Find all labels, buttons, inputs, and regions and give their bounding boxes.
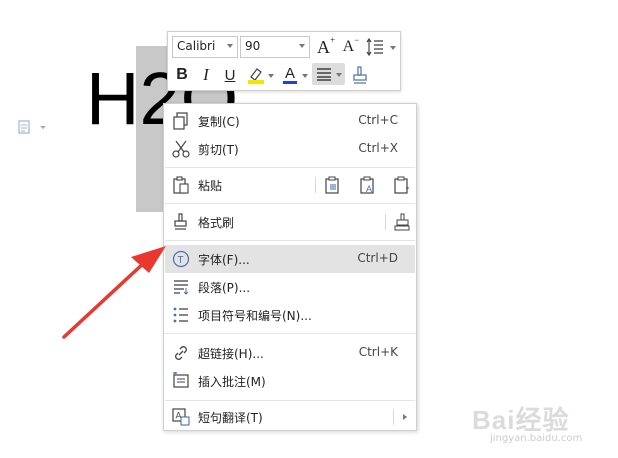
shrink-font-button[interactable]: A − [340,35,362,58]
paste-merge-format-icon[interactable]: A [359,176,377,194]
format-painter-icon [174,213,187,230]
font-icon: T [172,250,190,268]
font-size-select[interactable]: 90 [240,36,310,58]
mini-format-toolbar: Calibri 90 A + A − B I U A [167,31,401,91]
menu-item-label: 超链接(H)... [198,347,264,361]
menu-item-label: 段落(P)... [198,281,251,295]
menu-item-shortcut: Ctrl+X [358,141,398,155]
menu-item-translate[interactable]: A 短句翻译(T) [165,403,415,431]
menu-item-label: 项目符号和编号(N)... [198,309,312,323]
font-size-value: 90 [245,39,261,53]
menu-item-label: 复制(C) [198,115,240,129]
menu-separator [165,333,415,334]
menu-item-shortcut: Ctrl+K [358,345,398,359]
highlighter-icon[interactable] [246,65,266,85]
copy-icon [173,112,188,130]
menu-item-label: 剪切(T) [198,143,239,157]
underline-button[interactable]: U [219,64,241,86]
menu-item-cut[interactable]: 剪切(T) Ctrl+X [165,135,415,163]
menu-item-label: 格式刷 [198,216,235,230]
menu-item-copy[interactable]: 复制(C) Ctrl+C [165,107,415,135]
document-options-icon[interactable] [18,120,46,134]
align-justify-icon [317,68,331,81]
comment-icon [173,372,189,388]
font-color-swatch [283,81,297,84]
font-name-select[interactable]: Calibri [172,36,238,58]
italic-button[interactable]: I [195,64,217,86]
watermark-url: jingyan.baidu.com [490,433,583,444]
font-name-value: Calibri [177,39,216,53]
shrink-font-label: A [342,38,355,55]
hyperlink-icon [175,346,187,360]
menu-item-format-painter[interactable]: 格式刷 [165,208,415,236]
menu-item-paste[interactable]: 粘贴 A [165,171,415,199]
format-painter-icon[interactable] [351,65,369,85]
line-spacing-icon[interactable] [366,38,386,56]
chevron-down-icon[interactable] [302,74,308,78]
minus-icon: − [354,35,360,45]
menu-item-label: 粘贴 [198,179,223,193]
paste-icon [173,176,189,194]
chevron-down-icon [336,73,342,77]
divider [385,214,386,230]
svg-text:T: T [178,255,184,266]
menu-separator [165,400,415,401]
chevron-down-icon[interactable] [268,74,274,78]
chevron-down-icon [299,44,305,48]
plus-icon: + [329,35,336,45]
bullets-icon [173,307,188,323]
grow-font-label: A [316,36,330,57]
translate-icon: A [172,408,190,426]
menu-item-font[interactable]: T 字体(F)... Ctrl+D [165,245,415,273]
format-painter-multi-icon[interactable] [393,213,411,231]
menu-separator [165,240,415,241]
bold-button[interactable]: B [171,64,193,86]
cut-icon [172,140,190,158]
menu-item-bullets-numbering[interactable]: 项目符号和编号(N)... [165,301,415,329]
menu-separator [165,203,415,204]
svg-text:A: A [366,184,372,194]
divider [393,409,394,425]
menu-item-hyperlink[interactable]: 超链接(H)... Ctrl+K [165,339,415,367]
paragraph-icon [174,280,189,295]
paste-keep-format-icon[interactable] [324,176,342,194]
menu-item-insert-comment[interactable]: 插入批注(M) [165,367,415,395]
menu-item-paragraph[interactable]: 段落(P)... [165,273,415,301]
context-menu: 复制(C) Ctrl+C 剪切(T) Ctrl+X 粘贴 A 格式刷 T 字体(… [163,103,417,431]
font-color-label: A [284,64,295,82]
chevron-right-icon [403,414,407,420]
menu-item-shortcut: Ctrl+C [358,113,398,127]
chevron-down-icon [227,44,233,48]
chevron-down-icon[interactable] [390,46,396,50]
menu-item-shortcut: Ctrl+D [357,251,398,265]
menu-item-label: 短句翻译(T) [198,411,263,425]
grow-font-button[interactable]: A + [315,35,337,58]
watermark-brand: Bai经验 [472,405,570,435]
menu-separator [165,167,415,168]
menu-item-label: 插入批注(M) [198,375,266,389]
divider [315,177,316,193]
menu-item-label: 字体(F)... [198,253,250,267]
paste-text-only-icon[interactable] [393,176,411,194]
